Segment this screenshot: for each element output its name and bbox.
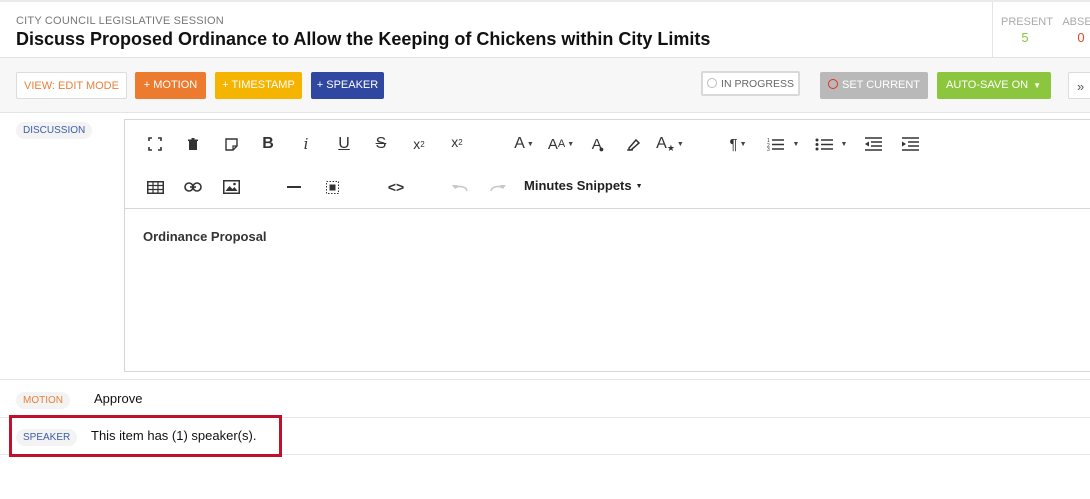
motion-text[interactable]: Approve bbox=[94, 391, 142, 406]
in-progress-label: IN PROGRESS bbox=[721, 78, 794, 90]
rich-text-editor: B i U S x2 x2 A ▼ A A ▼ A ● A ★ ▼ ¶ ▼ 1 2 3 ▼ ▼ bbox=[124, 119, 1090, 372]
strikethrough-icon[interactable]: S bbox=[368, 132, 394, 156]
add-motion-button[interactable]: + MOTION bbox=[135, 72, 206, 99]
auto-save-button[interactable]: AUTO-SAVE ON ▼ bbox=[937, 72, 1051, 99]
in-progress-button[interactable]: IN PROGRESS bbox=[701, 71, 800, 96]
add-speaker-button[interactable]: + SPEAKER bbox=[311, 72, 384, 99]
spinner-icon bbox=[707, 78, 718, 88]
undo-icon[interactable] bbox=[447, 175, 473, 199]
present-stat: PRESENT 5 bbox=[1001, 16, 1053, 45]
table-icon[interactable] bbox=[142, 175, 168, 199]
present-count: 5 bbox=[1021, 30, 1029, 45]
discussion-tag: DISCUSSION bbox=[16, 122, 93, 139]
set-current-button[interactable]: SET CURRENT bbox=[820, 72, 928, 99]
bold-icon[interactable]: B bbox=[255, 132, 281, 156]
highlight-icon[interactable] bbox=[621, 132, 647, 156]
italic-icon[interactable]: i bbox=[293, 132, 319, 156]
ordered-list-icon[interactable]: 1 2 3 ▼ bbox=[763, 132, 803, 156]
unordered-list-icon[interactable]: ▼ bbox=[811, 132, 851, 156]
svg-text:3: 3 bbox=[767, 147, 770, 151]
record-icon bbox=[827, 79, 838, 89]
add-timestamp-button[interactable]: + TIMESTAMP bbox=[215, 72, 302, 99]
font-size-icon[interactable]: A A ▼ bbox=[543, 132, 579, 156]
editor-toolbar: B i U S x2 x2 A ▼ A A ▼ A ● A ★ ▼ ¶ ▼ 1 2 3 ▼ ▼ bbox=[125, 120, 1090, 209]
font-family-icon[interactable]: A ▼ bbox=[509, 132, 539, 156]
motion-tag: MOTION bbox=[16, 392, 70, 409]
editor-text: Ordinance Proposal bbox=[143, 229, 267, 244]
text-color-icon[interactable]: A ● bbox=[585, 132, 611, 156]
underline-icon[interactable]: U bbox=[331, 132, 357, 156]
image-icon[interactable] bbox=[218, 175, 244, 199]
fullscreen-icon[interactable] bbox=[142, 132, 168, 156]
expand-button[interactable]: » bbox=[1068, 72, 1090, 99]
chevron-down-icon: ▼ bbox=[1033, 81, 1041, 90]
code-view-icon[interactable]: <> bbox=[383, 175, 409, 199]
superscript-icon[interactable]: x2 bbox=[444, 130, 470, 154]
absent-count: 0 bbox=[1077, 30, 1085, 45]
view-mode-button[interactable]: VIEW: EDIT MODE bbox=[16, 72, 127, 99]
page-title: Discuss Proposed Ordinance to Allow the … bbox=[16, 29, 711, 49]
outdent-icon[interactable] bbox=[860, 132, 886, 156]
absent-label: ABSEN bbox=[1062, 16, 1090, 28]
auto-save-label: AUTO-SAVE ON bbox=[946, 79, 1029, 91]
horizontal-line-icon[interactable] bbox=[281, 175, 307, 199]
minutes-snippets-label: Minutes Snippets bbox=[524, 178, 632, 193]
divider bbox=[0, 379, 1090, 380]
speaker-highlight-box bbox=[9, 415, 282, 457]
session-type-label: CITY COUNCIL LEGISLATIVE SESSION bbox=[16, 15, 224, 27]
absent-stat: ABSEN 0 bbox=[1057, 16, 1090, 45]
redo-icon[interactable] bbox=[485, 175, 511, 199]
minutes-snippets-dropdown[interactable]: Minutes Snippets ▼ bbox=[524, 178, 643, 193]
chevron-down-icon: ▼ bbox=[635, 183, 643, 190]
editor-content-area[interactable]: Ordinance Proposal bbox=[125, 209, 1090, 372]
select-all-icon[interactable] bbox=[319, 175, 345, 199]
indent-icon[interactable] bbox=[897, 132, 923, 156]
attendance-stats: PRESENT 5 ABSEN 0 bbox=[992, 2, 1090, 58]
link-icon[interactable] bbox=[180, 175, 206, 199]
note-icon[interactable] bbox=[218, 132, 244, 156]
subscript-icon[interactable]: x2 bbox=[406, 132, 432, 156]
session-header: CITY COUNCIL LEGISLATIVE SESSION Discuss… bbox=[0, 0, 1090, 58]
text-style-icon[interactable]: A ★ ▼ bbox=[656, 132, 684, 156]
action-toolbar: VIEW: EDIT MODE + MOTION + TIMESTAMP + S… bbox=[0, 58, 1090, 113]
set-current-label: SET CURRENT bbox=[841, 79, 921, 91]
paragraph-icon[interactable]: ¶ ▼ bbox=[723, 132, 753, 156]
present-label: PRESENT bbox=[1001, 16, 1053, 28]
trash-icon[interactable] bbox=[180, 132, 206, 156]
